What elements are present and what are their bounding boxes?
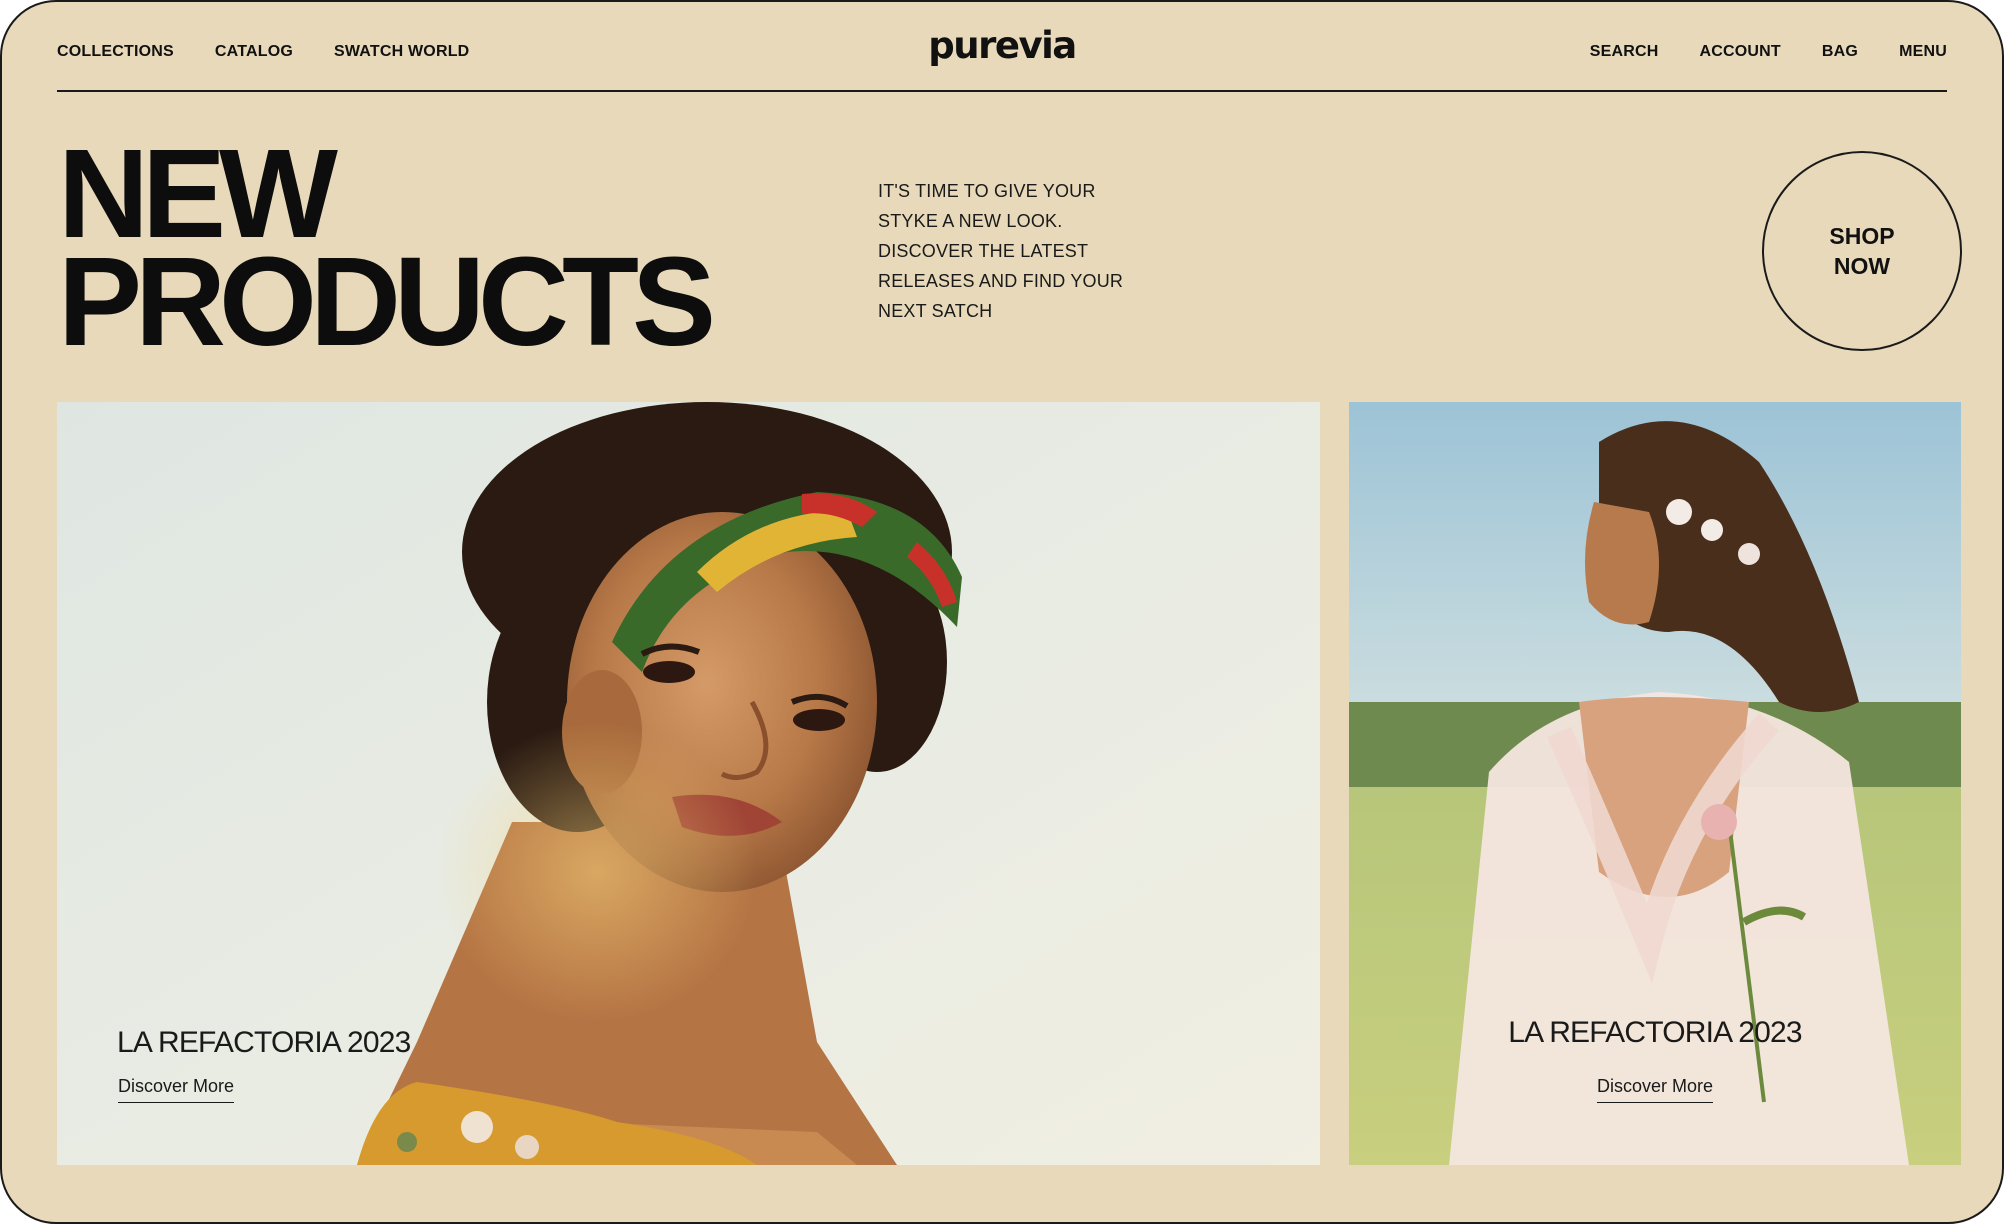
page-frame: COLLECTIONS CATALOG SWATCH WORLD purevia…	[0, 0, 2004, 1224]
nav-bag[interactable]: BAG	[1822, 43, 1858, 61]
nav-collections[interactable]: COLLECTIONS	[57, 43, 174, 61]
tagline-line: STYKE A NEW LOOK.	[878, 211, 1063, 231]
discover-more-link[interactable]: Discover More	[118, 1076, 235, 1103]
discover-more-link[interactable]: Discover More	[1596, 1076, 1714, 1103]
hero-title: NEW PRODUCTS	[58, 131, 716, 372]
nav-catalog[interactable]: CATALOG	[215, 43, 293, 61]
brand-logo[interactable]: purevia	[928, 24, 1077, 67]
woman-white-dress-photo	[1349, 402, 1961, 1165]
site-header: COLLECTIONS CATALOG SWATCH WORLD purevia…	[57, 2, 1947, 92]
shop-now-button[interactable]: SHOP NOW	[1762, 151, 1962, 351]
product-card-2[interactable]: LA REFACTORIA 2023 Discover More	[1349, 402, 1961, 1165]
hero-tagline: IT'S TIME TO GIVE YOUR STYKE A NEW LOOK.…	[878, 176, 1138, 326]
nav-swatch-world[interactable]: SWATCH WORLD	[334, 43, 469, 61]
card-title: LA REFACTORIA 2023	[117, 1026, 411, 1059]
product-card-1[interactable]: LA REFACTORIA 2023 Discover More	[57, 402, 1320, 1165]
nav-menu[interactable]: MENU	[1899, 43, 1947, 61]
primary-nav: COLLECTIONS CATALOG SWATCH WORLD	[57, 43, 469, 61]
utility-nav: SEARCH ACCOUNT BAG MENU	[1590, 43, 1947, 61]
nav-search[interactable]: SEARCH	[1590, 43, 1659, 61]
hero-title-line-2: PRODUCTS	[58, 231, 716, 372]
shop-now-label-2: NOW	[1833, 253, 1891, 279]
tagline-line: IT'S TIME TO GIVE YOUR	[878, 181, 1096, 201]
tagline-line: RELEASES AND FIND YOUR	[878, 271, 1124, 291]
card-title: LA REFACTORIA 2023	[1508, 1016, 1802, 1049]
tagline-line: NEXT SATCH	[878, 301, 993, 321]
nav-account[interactable]: ACCOUNT	[1700, 43, 1781, 61]
tagline-line: DISCOVER THE LATEST	[878, 241, 1089, 261]
shop-now-label-1: SHOP	[1829, 223, 1895, 249]
